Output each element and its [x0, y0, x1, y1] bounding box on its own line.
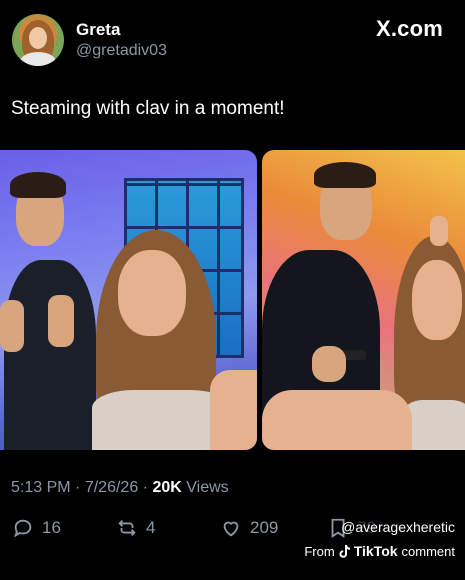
repost-count: 4	[146, 518, 156, 537]
reply-icon	[13, 519, 32, 538]
media-image-1[interactable]	[0, 150, 257, 450]
post-text: Steaming with clav in a moment!	[11, 98, 285, 119]
post-header: Greta @gretadiv03 X.com	[0, 0, 465, 80]
comment-label: comment	[401, 543, 455, 559]
author-display-name[interactable]: Greta	[76, 20, 120, 40]
man-torso	[4, 260, 96, 450]
thumb-right	[48, 295, 74, 347]
post-time[interactable]: 5:13 PM	[11, 479, 71, 496]
post-meta: 5:13 PM · 7/26/26 · 20K Views	[11, 479, 229, 497]
like-button[interactable]: 209	[220, 510, 278, 546]
watermark-source: From TikTok comment	[304, 543, 455, 559]
avatar-face	[29, 27, 47, 49]
watermark-handle: @averagexheretic	[341, 519, 455, 535]
woman-face	[412, 260, 462, 340]
meta-separator: ·	[75, 479, 81, 496]
reply-button[interactable]: 16	[12, 510, 61, 546]
thumb-left	[0, 300, 24, 352]
man-hand	[312, 346, 346, 382]
post-date[interactable]: 7/26/26	[85, 479, 138, 496]
tiktok-note-icon	[339, 544, 350, 558]
watermark-handle-wrap: @averagexheretic	[341, 519, 455, 535]
meta-separator: ·	[142, 479, 148, 496]
avatar-body	[20, 52, 56, 66]
woman-face	[118, 250, 186, 336]
repost-icon	[118, 520, 136, 536]
author-handle[interactable]: @gretadiv03	[76, 42, 167, 60]
tiktok-label: TikTok	[353, 543, 398, 559]
media-image-2[interactable]	[262, 150, 465, 450]
woman-arm	[210, 370, 257, 450]
woman-arm	[262, 390, 412, 450]
bunny-ears-fingers	[430, 216, 448, 246]
repost-button[interactable]: 4	[116, 510, 155, 546]
man-hair	[314, 162, 376, 188]
views-count: 20K	[152, 479, 182, 496]
from-label: From	[304, 543, 335, 559]
reply-count: 16	[42, 518, 61, 537]
avatar[interactable]	[12, 14, 64, 66]
man-hair	[10, 172, 66, 198]
views-label: Views	[186, 479, 229, 496]
like-count: 209	[250, 518, 279, 537]
heart-icon	[223, 521, 239, 537]
brand-label: X.com	[375, 16, 443, 41]
